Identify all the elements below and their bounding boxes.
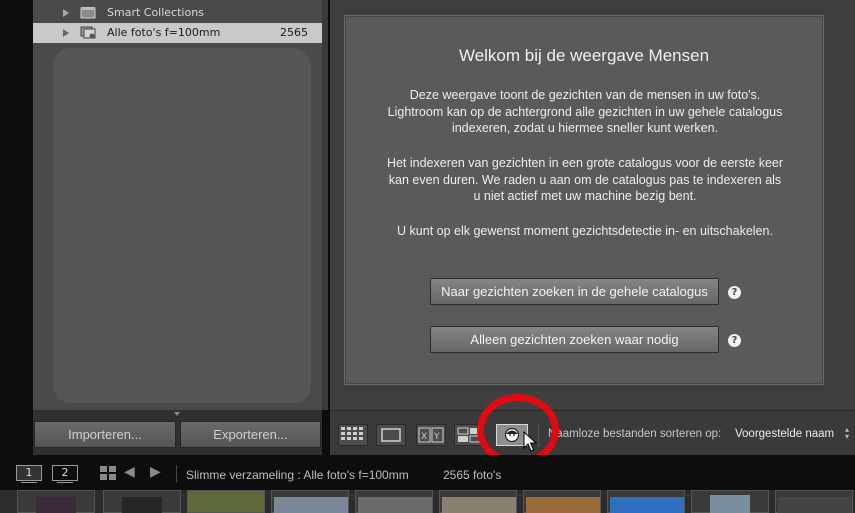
folder-icon <box>80 7 96 19</box>
help-icon[interactable]: ? <box>728 334 741 347</box>
dialog-paragraph-intro: Deze weergave toont de gezichten van de … <box>387 88 783 135</box>
filmbar-separator <box>176 465 177 483</box>
filmstrip-thumbnail[interactable] <box>103 490 181 513</box>
compare-view-icon: X Y <box>418 427 444 443</box>
filmstrip-thumbnail[interactable] <box>439 490 517 513</box>
filmstrip-source-label[interactable]: Slimme verzameling : Alle foto's f=100mm <box>186 468 409 482</box>
collection-row-smart-collections[interactable]: Smart Collections <box>33 3 322 23</box>
disclosure-triangle-icon[interactable] <box>63 29 69 37</box>
import-export-bar: Importeren... Exporteren... <box>33 410 322 455</box>
collection-row-alle-fotos[interactable]: Alle foto's f=100mm 2565 <box>33 23 322 43</box>
back-arrow-icon[interactable]: ◀ <box>124 464 135 480</box>
people-welcome-dialog: Welkom bij de weergave Mensen Deze weerg… <box>344 15 824 385</box>
filmstrip-thumbnail[interactable] <box>271 490 349 513</box>
forward-arrow-icon[interactable]: ▶ <box>150 464 161 480</box>
library-toolbar: X Y Naamloze bestanden sorteren op: Voor… <box>330 410 855 455</box>
help-icon[interactable]: ? <box>728 286 741 299</box>
sort-dropdown[interactable]: Voorgestelde naam <box>735 428 834 440</box>
collection-label: Alle foto's f=100mm <box>107 26 221 39</box>
secondary-monitor-button[interactable]: 2 <box>52 465 78 483</box>
filmstrip-thumbnail[interactable] <box>523 490 601 513</box>
loupe-view-icon <box>381 428 401 442</box>
thumbnail-image <box>710 495 750 513</box>
primary-monitor-button[interactable]: 1 <box>16 465 42 483</box>
dialog-paragraph-toggle: U kunt op elk gewenst moment gezichtsdet… <box>397 224 773 238</box>
grid-view-button[interactable] <box>338 424 368 446</box>
filmstrip-thumbnail[interactable] <box>775 490 853 513</box>
collection-count: 2565 <box>280 26 308 39</box>
disclosure-triangle-icon[interactable] <box>63 9 69 17</box>
thumbnail-image <box>526 497 600 513</box>
filmstrip-thumbnail[interactable] <box>691 490 769 513</box>
svg-text:X: X <box>421 432 427 442</box>
find-faces-entire-catalog-button[interactable]: Naar gezichten zoeken in de gehele catal… <box>430 278 719 305</box>
sort-dropdown-arrows-icon[interactable]: ▴ ▾ <box>845 426 849 441</box>
filmstrip-header: 1 2 ◀ ▶ Slimme verzameling : Alle foto's… <box>0 455 855 490</box>
filmstrip <box>0 490 855 513</box>
collection-label: Smart Collections <box>107 6 204 19</box>
thumbnail-image <box>122 497 162 513</box>
compare-view-button[interactable]: X Y <box>416 424 446 446</box>
panel-scrollbar[interactable] <box>322 0 328 410</box>
photo-count: 2565 foto's <box>443 468 502 482</box>
filmstrip-thumbnail[interactable] <box>17 490 95 513</box>
grid-view-icon <box>341 427 363 440</box>
import-button[interactable]: Importeren... <box>34 421 176 448</box>
dialog-paragraph-indexing: Het indexeren van gezichten in een grote… <box>386 156 784 203</box>
grid-view-small-icon[interactable] <box>100 466 116 481</box>
filmstrip-thumbnail[interactable] <box>607 490 685 513</box>
people-view-area: Welkom bij de weergave Mensen Deze weerg… <box>330 0 855 410</box>
filmstrip-thumbnail[interactable] <box>187 490 265 513</box>
thumbnail-image <box>442 497 516 513</box>
collections-panel: Smart Collections Alle foto's f=100mm 25… <box>33 0 328 410</box>
panel-collapse-arrow-icon[interactable] <box>174 412 180 416</box>
smart-collection-icon <box>80 26 96 39</box>
mouse-cursor-icon <box>523 431 537 452</box>
find-faces-as-needed-button[interactable]: Alleen gezichten zoeken waar nodig <box>430 326 719 353</box>
dialog-title: Welkom bij de weergave Mensen <box>458 46 710 65</box>
thumbnail-image <box>36 497 76 513</box>
sort-label: Naamloze bestanden sorteren op: <box>548 428 722 440</box>
loupe-view-button[interactable] <box>376 424 406 446</box>
thumbnail-image <box>274 497 348 513</box>
filmstrip-thumbnail[interactable] <box>355 490 433 513</box>
export-button[interactable]: Exporteren... <box>180 421 321 448</box>
thumbnail-image <box>610 497 684 513</box>
svg-text:Y: Y <box>433 432 440 442</box>
thumbnail-image <box>358 497 432 513</box>
panel-empty-area <box>53 48 311 403</box>
thumbnail-image <box>778 497 852 513</box>
